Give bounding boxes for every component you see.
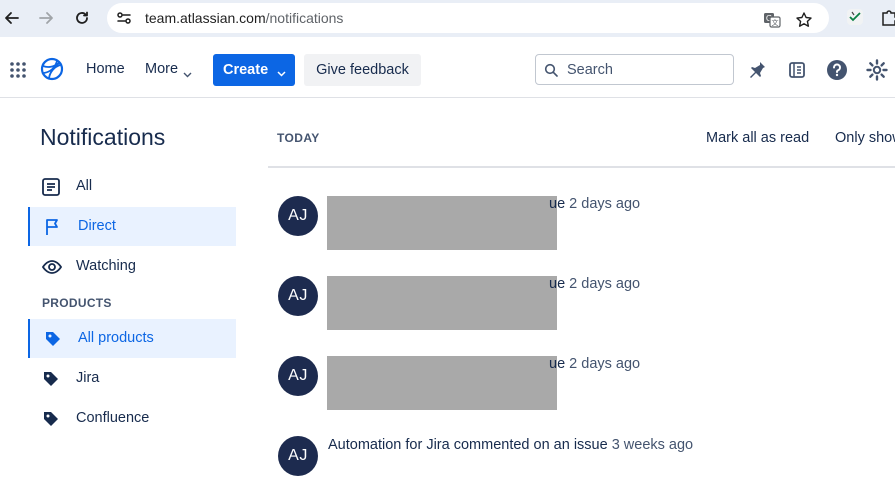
settings-gear-icon[interactable]	[866, 59, 888, 81]
tag-icon	[42, 410, 60, 428]
sidebar-item-jira[interactable]: Jira	[28, 359, 236, 398]
sidebar-item-label: All products	[78, 330, 154, 346]
reload-icon[interactable]	[72, 8, 92, 28]
give-feedback-button[interactable]: Give feedback	[304, 54, 421, 86]
extensions-puzzle-icon[interactable]	[881, 8, 895, 26]
browser-toolbar: team.atlassian.com/notifications G文	[0, 0, 895, 37]
notification-text: ue 2 days ago	[549, 196, 640, 212]
only-show-toggle-label[interactable]: Only show	[835, 130, 895, 146]
create-button[interactable]: Create	[213, 54, 295, 86]
notification-text-tail: ue	[549, 196, 566, 212]
notification-text-tail: ue	[549, 276, 566, 292]
forward-arrow-icon[interactable]	[36, 8, 56, 28]
search-placeholder: Search	[567, 62, 613, 78]
sidebar-item-all-products[interactable]: All products	[28, 319, 236, 358]
list-icon	[42, 178, 60, 196]
notification-text: ue 2 days ago	[549, 276, 640, 292]
site-settings-icon[interactable]	[116, 10, 132, 26]
sidebar-item-label: Watching	[76, 258, 136, 274]
notification-time: 2 days ago	[569, 196, 641, 212]
eye-icon	[41, 258, 63, 276]
sidebar-item-all[interactable]: All	[28, 167, 236, 206]
url-host: team.atlassian.com	[145, 10, 266, 26]
sidebar-item-direct[interactable]: Direct	[28, 207, 236, 246]
page-title: Notifications	[40, 124, 166, 150]
notification-text-tail: ue	[549, 356, 566, 372]
notification-text: ue 2 days ago	[549, 356, 640, 372]
translate-icon[interactable]: G文	[763, 11, 781, 29]
address-bar[interactable]: team.atlassian.com/notifications G文	[107, 3, 829, 33]
notification-item[interactable]: AJ ue 2 days ago	[278, 276, 878, 336]
url-text: team.atlassian.com/notifications	[145, 10, 343, 26]
products-section-heading: PRODUCTS	[42, 296, 112, 310]
svg-text:文: 文	[772, 18, 779, 27]
sidebar-item-label: Confluence	[76, 410, 150, 426]
avatar[interactable]: AJ	[278, 276, 318, 316]
notifications-bell-icon[interactable]	[746, 59, 768, 81]
avatar[interactable]: AJ	[278, 196, 318, 236]
sidebar-item-label: All	[76, 178, 93, 194]
sidebar-item-watching[interactable]: Watching	[28, 247, 236, 286]
extension-badge-icon[interactable]	[846, 8, 864, 26]
tag-icon	[44, 330, 62, 348]
search-icon	[544, 63, 558, 77]
notification-text: Automation for Jira commented on an issu…	[328, 437, 693, 453]
chevron-down-icon	[277, 66, 286, 77]
nav-home[interactable]: Home	[86, 61, 125, 77]
whats-new-icon[interactable]	[786, 59, 808, 81]
redacted-content	[327, 276, 557, 330]
app-header: Home More Create Give feedback Search	[0, 42, 895, 98]
notification-item[interactable]: AJ ue 2 days ago	[278, 196, 878, 256]
search-input[interactable]: Search	[535, 54, 734, 85]
notification-time: 2 days ago	[569, 276, 641, 292]
url-path: /notifications	[265, 10, 344, 26]
chevron-down-icon[interactable]	[183, 66, 192, 78]
create-button-label: Create	[223, 62, 269, 78]
notification-time: 2 days ago	[569, 356, 641, 372]
back-arrow-icon[interactable]	[2, 8, 22, 28]
avatar[interactable]: AJ	[278, 436, 318, 476]
flag-icon	[44, 218, 62, 236]
atlassian-home-logo-icon[interactable]	[40, 57, 64, 81]
sidebar-item-confluence[interactable]: Confluence	[28, 399, 236, 438]
app-switcher-icon[interactable]	[9, 61, 27, 79]
nav-more[interactable]: More	[145, 61, 178, 77]
notification-message: Automation for Jira commented on an issu…	[328, 437, 608, 453]
help-icon[interactable]	[826, 59, 848, 81]
notification-time: 3 weeks ago	[611, 437, 694, 453]
avatar[interactable]: AJ	[278, 356, 318, 396]
redacted-content	[327, 196, 557, 250]
divider	[268, 166, 895, 168]
redacted-content	[327, 356, 557, 410]
notification-item[interactable]: AJ Automation for Jira commented on an i…	[278, 436, 878, 496]
tag-icon	[42, 370, 60, 388]
sidebar-item-label: Direct	[78, 218, 116, 234]
mark-all-read-button[interactable]: Mark all as read	[706, 130, 809, 146]
sidebar-item-label: Jira	[76, 370, 100, 386]
section-heading-today: TODAY	[277, 131, 320, 145]
bookmark-star-icon[interactable]	[795, 11, 813, 29]
notification-item[interactable]: AJ ue 2 days ago	[278, 356, 878, 416]
